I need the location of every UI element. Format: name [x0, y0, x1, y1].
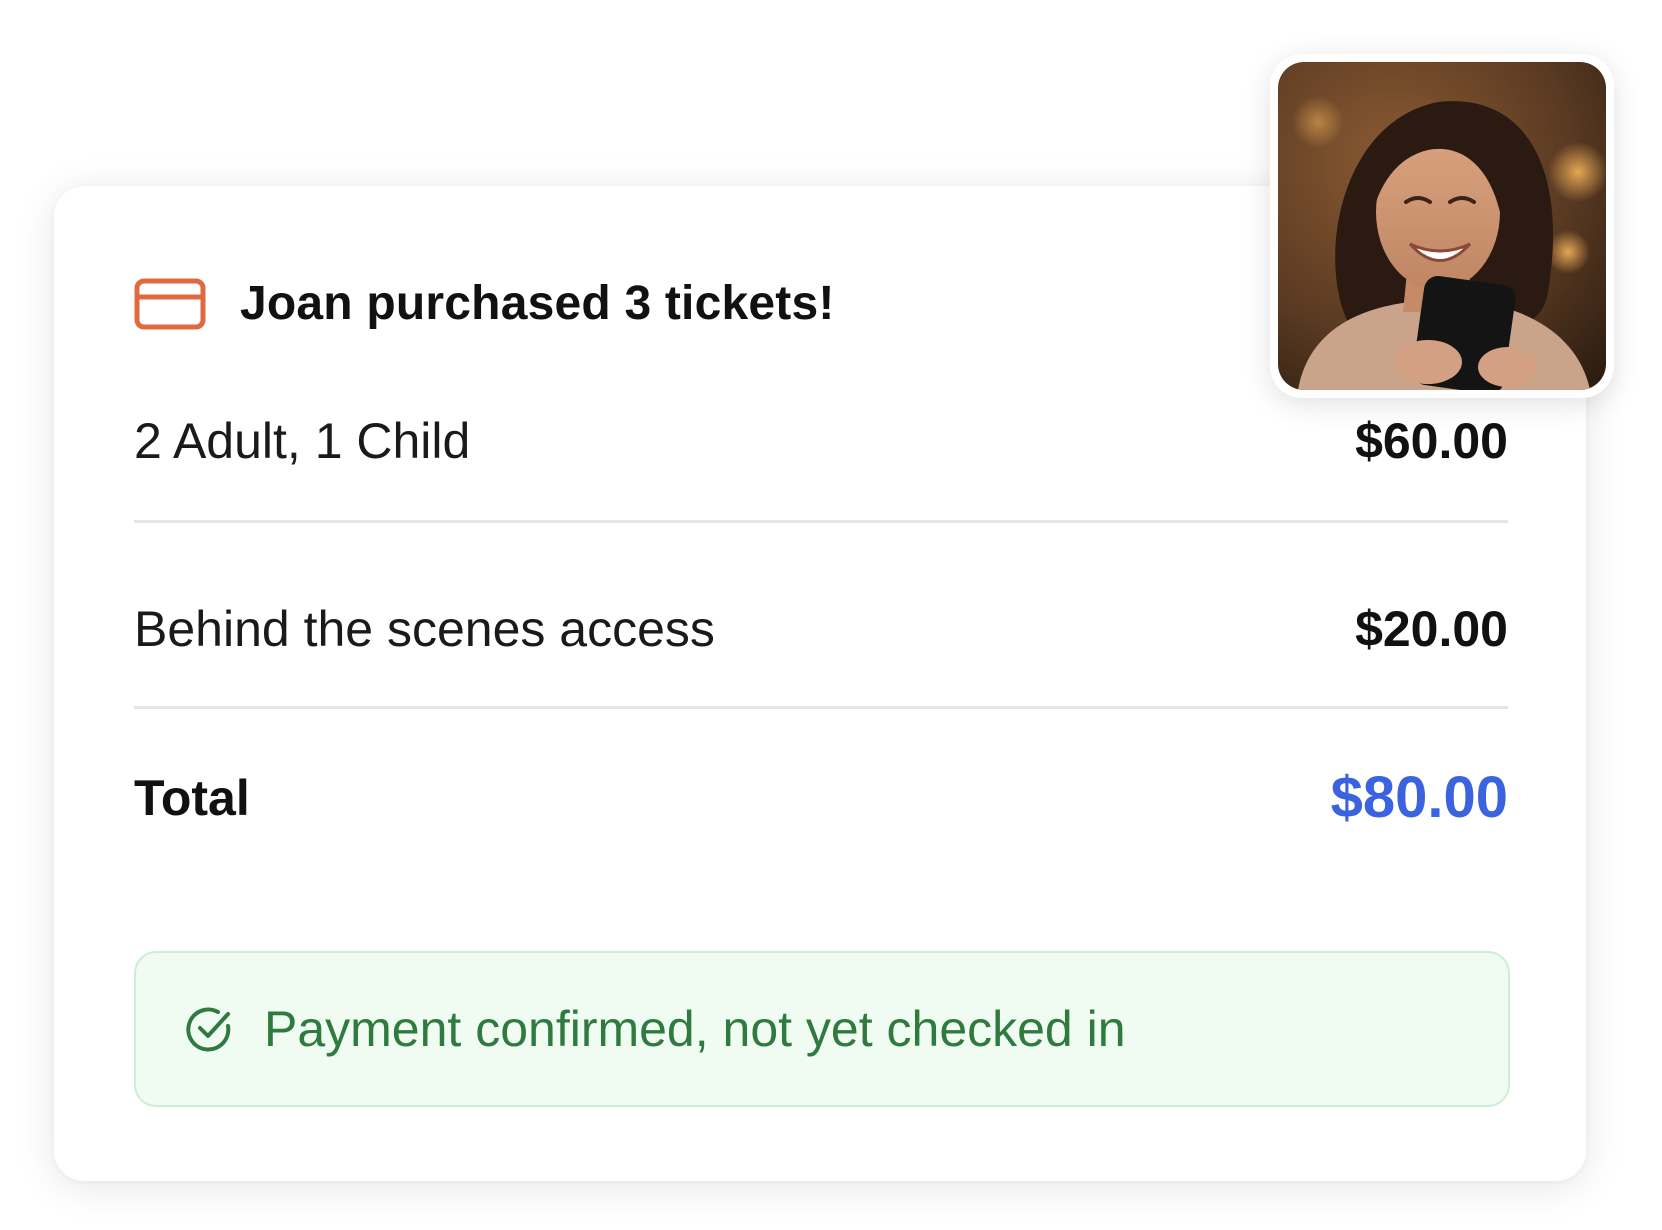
line-item: Behind the scenes access $20.00 — [134, 600, 1508, 658]
line-item-label: 2 Adult, 1 Child — [134, 413, 471, 469]
payment-status-banner: Payment confirmed, not yet checked in — [134, 951, 1510, 1107]
check-circle-icon — [186, 1007, 231, 1052]
avatar — [1278, 62, 1606, 390]
line-item: 2 Adult, 1 Child $60.00 — [134, 412, 1508, 470]
total-row: Total $80.00 — [134, 764, 1508, 831]
credit-card-icon — [134, 278, 206, 329]
line-item-price: $20.00 — [1355, 601, 1508, 657]
payment-status-text: Payment confirmed, not yet checked in — [264, 1001, 1126, 1057]
line-item-price: $60.00 — [1355, 413, 1508, 469]
divider — [134, 706, 1508, 709]
stage: Joan purchased 3 tickets! 2 Adult, 1 Chi… — [0, 0, 1662, 1230]
line-item-label: Behind the scenes access — [134, 601, 715, 657]
avatar-frame — [1270, 54, 1614, 398]
total-label: Total — [134, 769, 250, 826]
divider — [134, 520, 1508, 523]
purchase-title: Joan purchased 3 tickets! — [240, 277, 835, 330]
user-photo — [1278, 62, 1606, 390]
total-price: $80.00 — [1330, 765, 1508, 830]
card-header: Joan purchased 3 tickets! — [134, 276, 835, 331]
